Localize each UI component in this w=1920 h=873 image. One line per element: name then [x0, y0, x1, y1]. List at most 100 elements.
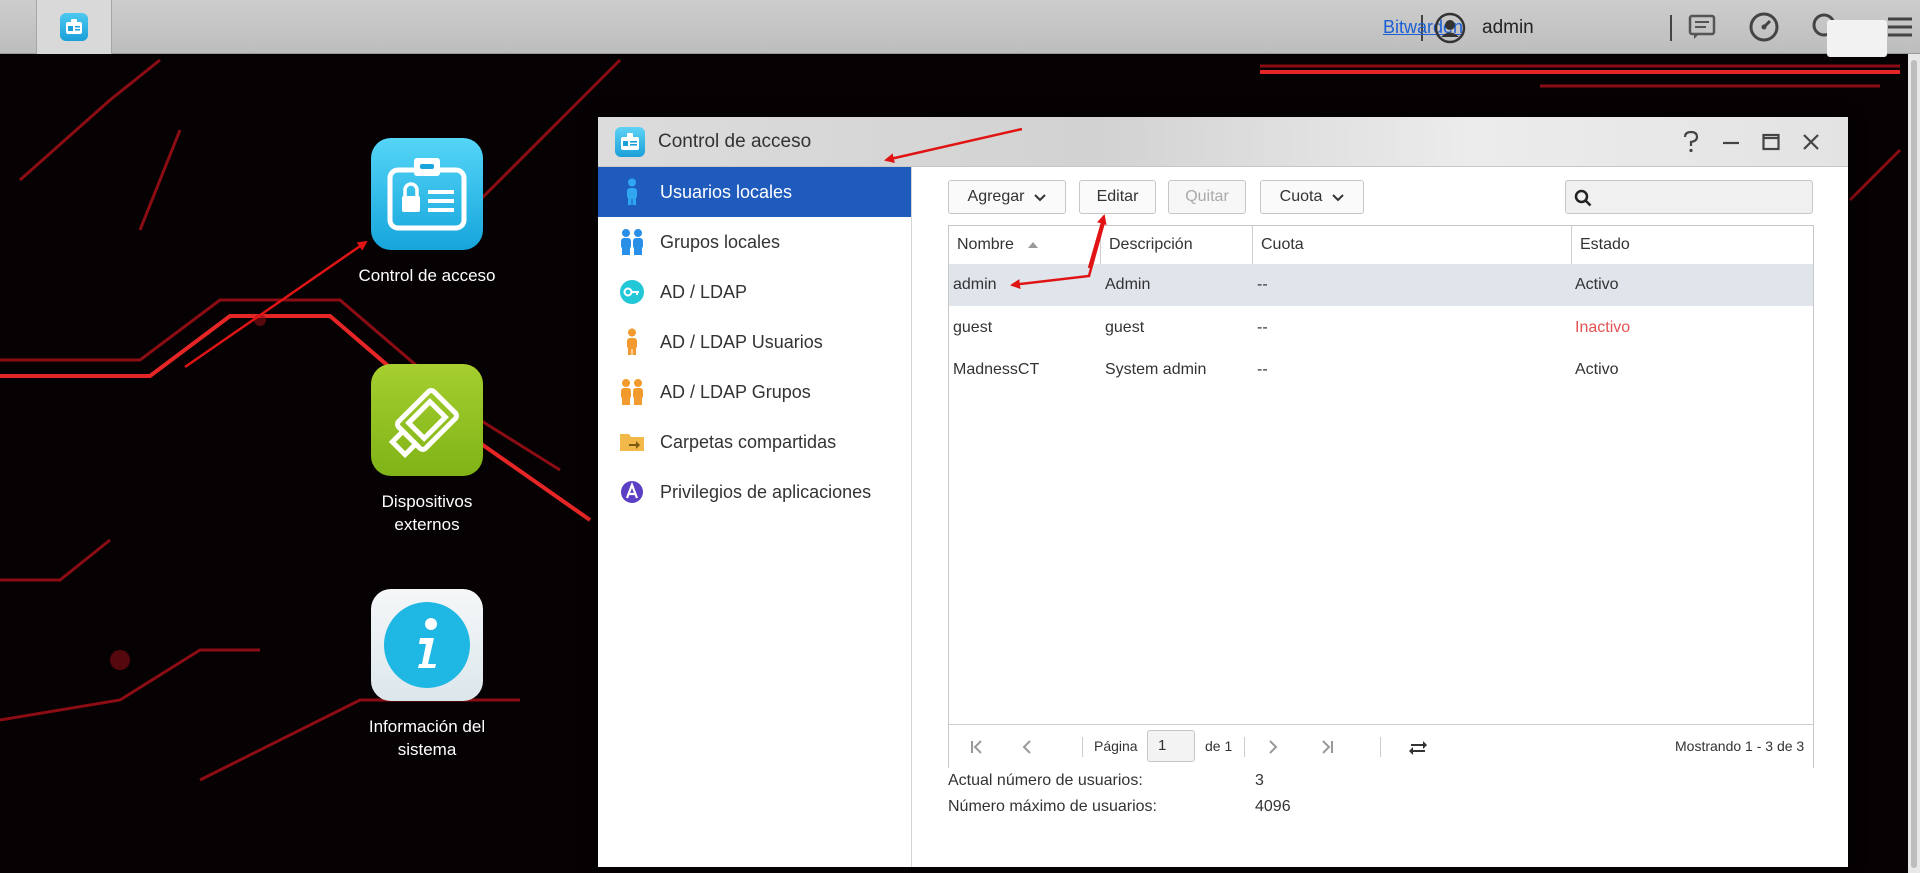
user-icon	[618, 178, 646, 206]
add-button[interactable]: Agregar	[948, 180, 1066, 214]
current-users-value: 3	[1255, 772, 1264, 789]
table-row[interactable]: MadnessCT System admin -- Activo	[949, 349, 1813, 391]
users-table: Nombre Descripción Cuota Estado admin Ad…	[948, 225, 1814, 768]
search-icon	[1574, 189, 1592, 207]
pagination-bar: Página 1 de 1 Mostrando 1 - 3 de 3	[949, 724, 1813, 768]
search-input[interactable]	[1565, 180, 1813, 214]
desktop-icon-access-control[interactable]: Control de acceso	[337, 138, 517, 287]
notifications-icon[interactable]	[1686, 11, 1718, 43]
desktop-icon-label[interactable]: Información del sistema	[357, 715, 497, 761]
cell-quota: --	[1257, 319, 1268, 336]
desktop-icon-label[interactable]: Control de acceso	[337, 264, 517, 287]
sidebar-item-label: AD / LDAP	[660, 281, 748, 302]
cell-description: guest	[1105, 319, 1145, 336]
refresh-icon[interactable]	[1407, 736, 1429, 758]
pager-divider	[1244, 737, 1245, 757]
cell-description: System admin	[1105, 361, 1207, 378]
sidebar-item-app-privileges[interactable]: Privilegios de aplicaciones	[598, 467, 911, 517]
cell-quota: --	[1257, 276, 1268, 293]
maximize-icon[interactable]	[1759, 130, 1783, 154]
cell-name: MadnessCT	[953, 361, 1040, 378]
access-control-icon[interactable]	[371, 138, 483, 250]
column-header-name[interactable]: Nombre	[949, 226, 1101, 264]
edit-button[interactable]: Editar	[1079, 180, 1156, 214]
desktop-icon-system-info[interactable]: Información del sistema	[337, 589, 517, 761]
previous-page-icon[interactable]	[1016, 736, 1038, 758]
column-header-label: Nombre	[957, 236, 1014, 253]
taskbar: Bitwarden admin	[0, 0, 1920, 57]
sidebar-item-local-groups[interactable]: Grupos locales	[598, 217, 911, 267]
sidebar-item-label: Privilegios de aplicaciones	[660, 481, 872, 502]
max-users-value: 4096	[1255, 798, 1291, 815]
desktop-icon-label[interactable]: Dispositivos externos	[367, 490, 487, 536]
access-control-icon	[60, 13, 88, 41]
dashboard-gauge-icon[interactable]	[1748, 11, 1780, 43]
first-page-icon[interactable]	[966, 736, 988, 758]
ldap-group-icon	[618, 378, 646, 406]
app-privileges-icon	[618, 478, 646, 506]
close-icon[interactable]	[1799, 130, 1823, 154]
records-summary: Mostrando 1 - 3 de 3	[1675, 738, 1805, 754]
taskbar-username[interactable]: admin	[1482, 17, 1534, 39]
sidebar-item-ad-ldap-groups[interactable]: AD / LDAP Grupos	[598, 367, 911, 417]
access-control-icon	[615, 127, 645, 157]
page-scrollbar-thumb[interactable]	[1911, 60, 1917, 868]
group-icon	[618, 228, 646, 256]
sidebar-item-label: Carpetas compartidas	[660, 431, 837, 452]
chevron-down-icon	[1332, 190, 1345, 205]
window-titlebar[interactable]: Control de acceso	[598, 117, 1848, 167]
last-page-icon[interactable]	[1316, 736, 1338, 758]
ldap-user-icon	[618, 328, 646, 356]
pager-divider	[1082, 737, 1083, 757]
settings-sliders-icon[interactable]	[1884, 11, 1916, 43]
next-page-icon[interactable]	[1262, 736, 1284, 758]
info-icon[interactable]	[371, 589, 483, 701]
column-header-label: Estado	[1580, 236, 1630, 253]
table-header: Nombre Descripción Cuota Estado	[949, 226, 1813, 265]
desktop-icon-external-devices[interactable]: Dispositivos externos	[337, 364, 517, 536]
remove-button-label: Quitar	[1185, 188, 1229, 205]
quota-button[interactable]: Cuota	[1260, 180, 1364, 214]
taskbar-access-control-button[interactable]	[36, 0, 112, 54]
cell-name: guest	[953, 319, 993, 336]
sort-ascending-icon	[1028, 241, 1039, 248]
cell-status: Activo	[1575, 361, 1619, 378]
cell-quota: --	[1257, 361, 1268, 378]
current-users-label: Actual número de usuarios:	[948, 772, 1143, 789]
taskbar-overlay-box	[1827, 20, 1887, 57]
table-row[interactable]: guest guest -- Inactivo	[949, 307, 1813, 349]
pager-divider	[1380, 737, 1381, 757]
taskbar-divider	[1670, 15, 1672, 41]
sidebar-item-label: Grupos locales	[660, 231, 781, 252]
column-header-label: Descripción	[1109, 236, 1193, 253]
user-avatar-icon[interactable]	[1434, 12, 1466, 44]
sidebar-item-label: Usuarios locales	[660, 181, 793, 202]
sidebar-item-label: AD / LDAP Usuarios	[660, 331, 823, 352]
window-title: Control de acceso	[658, 131, 812, 152]
minimize-icon[interactable]	[1719, 130, 1743, 154]
remove-button[interactable]: Quitar	[1168, 180, 1246, 214]
cell-status: Inactivo	[1575, 319, 1631, 336]
add-button-label: Agregar	[967, 188, 1025, 205]
page-count-label: de 1	[1205, 738, 1233, 754]
cell-name: admin	[953, 276, 997, 293]
help-icon[interactable]	[1679, 130, 1703, 154]
column-header-description[interactable]: Descripción	[1101, 226, 1253, 264]
table-row[interactable]: admin Admin -- Activo	[949, 264, 1813, 306]
key-icon	[618, 278, 646, 306]
shared-folder-icon	[618, 428, 646, 456]
column-header-quota[interactable]: Cuota	[1253, 226, 1572, 264]
page-label: Página	[1094, 738, 1138, 754]
sidebar-item-ad-ldap[interactable]: AD / LDAP	[598, 267, 911, 317]
column-header-status[interactable]: Estado	[1572, 226, 1813, 264]
sidebar-item-ad-ldap-users[interactable]: AD / LDAP Usuarios	[598, 317, 911, 367]
cell-description: Admin	[1105, 276, 1151, 293]
edit-button-label: Editar	[1096, 188, 1139, 205]
usb-device-icon[interactable]	[371, 364, 483, 476]
max-users-label: Número máximo de usuarios:	[948, 798, 1157, 815]
page-number-input[interactable]: 1	[1147, 730, 1195, 762]
cell-status: Activo	[1575, 276, 1619, 293]
sidebar-item-local-users[interactable]: Usuarios locales	[598, 167, 911, 217]
sidebar-item-shared-folders[interactable]: Carpetas compartidas	[598, 417, 911, 467]
column-header-label: Cuota	[1261, 236, 1304, 253]
